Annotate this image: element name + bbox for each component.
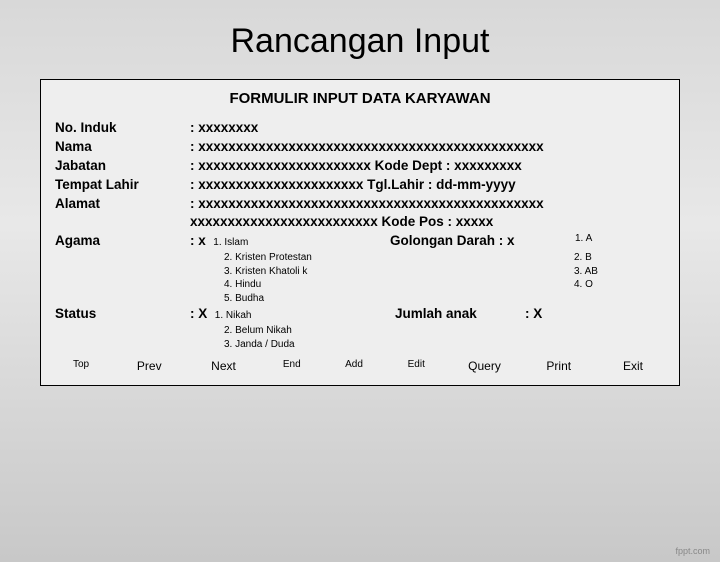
field-no-induk: No. Induk : xxxxxxxx xyxy=(55,119,665,138)
edit-button[interactable]: Edit xyxy=(392,357,440,375)
add-button[interactable]: Add xyxy=(330,357,378,375)
value-nama: : xxxxxxxxxxxxxxxxxxxxxxxxxxxxxxxxxxxxxx… xyxy=(190,138,665,157)
end-button[interactable]: End xyxy=(268,357,316,375)
label-tempat-lahir: Tempat Lahir xyxy=(55,176,190,195)
label-alamat: Alamat xyxy=(55,195,190,214)
status-opt-2: 2. Belum Nikah xyxy=(224,324,665,338)
footer-credit: fppt.com xyxy=(675,546,710,556)
golongan-darah: Golongan Darah : x xyxy=(390,232,515,251)
status-opt-1: 1. Nikah xyxy=(215,310,252,321)
agama-opt-1: 1. Islam xyxy=(213,237,248,248)
agama-opt-4: 4. Hindu xyxy=(224,278,665,292)
darah-opt-b: 2. B xyxy=(574,251,598,265)
agama-options: 2. Kristen Protestan 3. Kristen Khatoli … xyxy=(224,251,665,305)
label-jabatan: Jabatan xyxy=(55,157,190,176)
darah-opt-ab: 3. AB xyxy=(574,265,598,279)
value-alamat: : xxxxxxxxxxxxxxxxxxxxxxxxxxxxxxxxxxxxxx… xyxy=(190,195,665,214)
form-title: FORMULIR INPUT DATA KARYAWAN xyxy=(55,90,665,107)
label-agama: Agama xyxy=(55,232,190,251)
print-button[interactable]: Print xyxy=(529,357,589,375)
field-alamat: Alamat : xxxxxxxxxxxxxxxxxxxxxxxxxxxxxxx… xyxy=(55,195,665,214)
darah-options: 2. B 3. AB 4. O xyxy=(574,251,598,292)
darah-opt-a: 1. A xyxy=(575,232,592,246)
field-jabatan: Jabatan : xxxxxxxxxxxxxxxxxxxxxxx Kode D… xyxy=(55,157,665,176)
agama-opt-2: 2. Kristen Protestan xyxy=(224,251,665,265)
label-status: Status xyxy=(55,305,190,324)
value-tempat-lahir: : xxxxxxxxxxxxxxxxxxxxxx Tgl.Lahir : dd-… xyxy=(190,176,665,195)
value-jabatan: : xxxxxxxxxxxxxxxxxxxxxxx Kode Dept : xx… xyxy=(190,157,665,176)
field-status: Status : X 1. Nikah Jumlah anak : X xyxy=(55,305,665,324)
value-status-code: : X xyxy=(190,306,207,321)
jumlah-anak-label: Jumlah anak xyxy=(395,305,477,324)
field-agama: Agama : x 1. Islam Golongan Darah : x 1.… xyxy=(55,232,665,251)
top-button[interactable]: Top xyxy=(57,357,105,375)
status-opt-3: 3. Janda / Duda xyxy=(224,338,665,352)
value-no-induk: : xxxxxxxx xyxy=(190,119,665,138)
page-title: Rancangan Input xyxy=(0,22,720,61)
agama-opt-5: 5. Budha xyxy=(224,292,665,306)
agama-opt-3: 3. Kristen Khatoli k xyxy=(224,265,665,279)
field-tempat-lahir: Tempat Lahir : xxxxxxxxxxxxxxxxxxxxxx Tg… xyxy=(55,176,665,195)
query-button[interactable]: Query xyxy=(455,357,515,375)
label-nama: Nama xyxy=(55,138,190,157)
exit-button[interactable]: Exit xyxy=(603,357,663,375)
value-agama-code: : x xyxy=(190,233,206,248)
button-bar: Top Prev Next End Add Edit Query Print E… xyxy=(55,357,665,377)
value-alamat-line2: xxxxxxxxxxxxxxxxxxxxxxxxx Kode Pos : xxx… xyxy=(190,213,665,232)
label-no-induk: No. Induk xyxy=(55,119,190,138)
form-panel: FORMULIR INPUT DATA KARYAWAN No. Induk :… xyxy=(40,79,680,386)
field-nama: Nama : xxxxxxxxxxxxxxxxxxxxxxxxxxxxxxxxx… xyxy=(55,138,665,157)
next-button[interactable]: Next xyxy=(194,357,254,375)
jumlah-anak-value: : X xyxy=(525,305,542,324)
prev-button[interactable]: Prev xyxy=(119,357,179,375)
darah-opt-o: 4. O xyxy=(574,278,598,292)
status-options: 2. Belum Nikah 3. Janda / Duda xyxy=(224,324,665,351)
